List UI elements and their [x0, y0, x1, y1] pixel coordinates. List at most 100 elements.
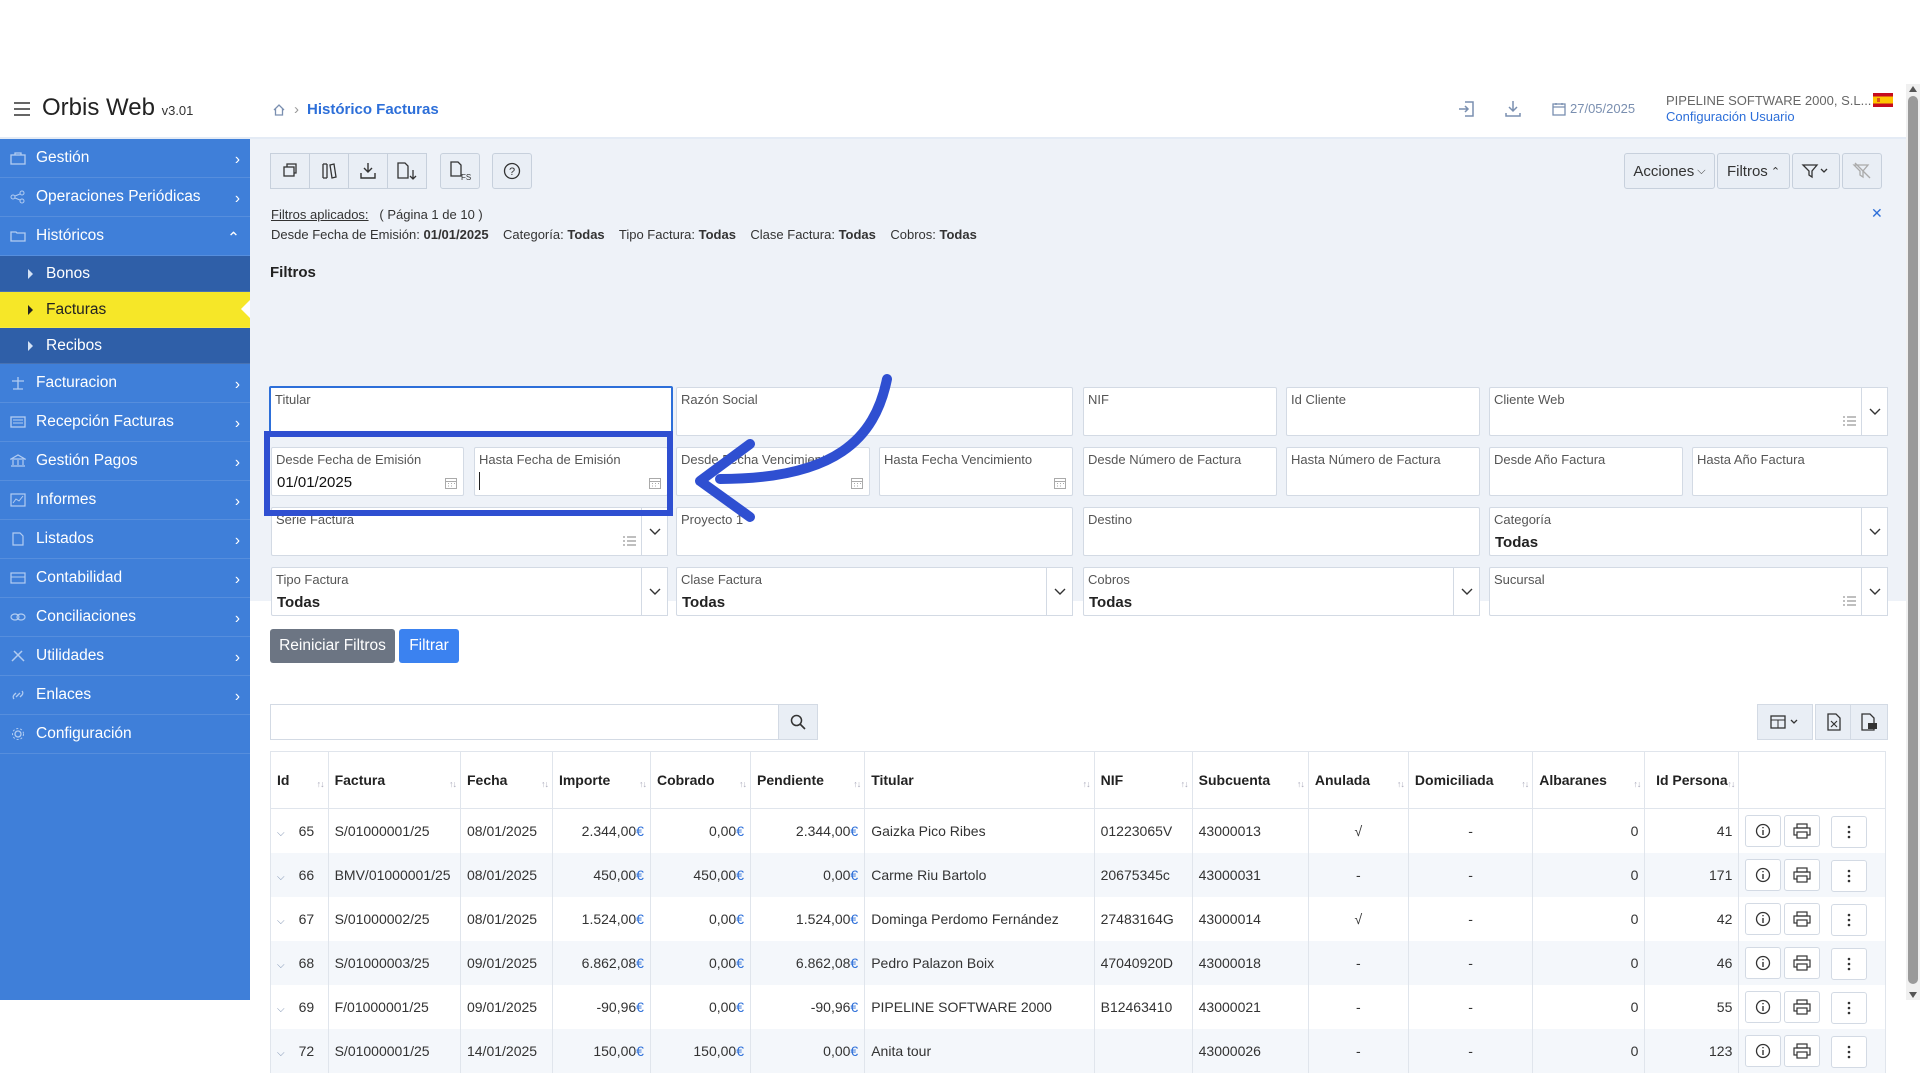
- info-button[interactable]: [1745, 946, 1782, 979]
- current-date[interactable]: 27/05/2025: [1552, 101, 1635, 116]
- col-header[interactable]: Anulada ↑↓: [1307, 751, 1409, 809]
- filtros-button[interactable]: Filtros ⌃: [1717, 153, 1790, 189]
- sidebar-item-recepcion[interactable]: Recepción Facturas ›: [0, 403, 250, 442]
- id-cliente-field[interactable]: Id Cliente: [1286, 387, 1480, 436]
- scroll-up-arrow[interactable]: [1909, 86, 1917, 92]
- print-button[interactable]: [1784, 902, 1821, 935]
- expand-icon[interactable]: ⌵: [277, 828, 285, 839]
- sidebar-item-utilidades[interactable]: Utilidades ›: [0, 637, 250, 676]
- destino-field[interactable]: Destino: [1083, 507, 1480, 556]
- columns-button[interactable]: [1757, 704, 1813, 740]
- categoria-dropdown[interactable]: [1861, 507, 1888, 556]
- expand-icon[interactable]: ⌵: [277, 916, 285, 927]
- page-scrollbar[interactable]: [1906, 84, 1920, 1000]
- info-button[interactable]: [1745, 814, 1782, 847]
- desde-fecha-vencimiento-field[interactable]: Desde Fecha Vencimiento: [676, 447, 870, 496]
- cobros-dropdown[interactable]: [1453, 567, 1480, 616]
- hasta-numero-factura-field[interactable]: Hasta Número de Factura: [1286, 447, 1480, 496]
- cliente-web-field[interactable]: Cliente Web: [1489, 387, 1863, 436]
- reiniciar-filtros-button[interactable]: Reiniciar Filtros: [270, 629, 395, 663]
- info-button[interactable]: [1745, 902, 1782, 935]
- desde-anio-factura-field[interactable]: Desde Año Factura: [1489, 447, 1683, 496]
- table-row[interactable]: ⌵ 67 S/01000002/25 08/01/2025 1.524,00€ 0,00€…: [270, 897, 1886, 941]
- calendar-icon[interactable]: [851, 477, 863, 489]
- sidebar-sub-facturas[interactable]: Facturas: [0, 292, 250, 328]
- hasta-anio-factura-field[interactable]: Hasta Año Factura: [1692, 447, 1888, 496]
- more-button[interactable]: [1831, 1035, 1868, 1068]
- sidebar-item-enlaces[interactable]: Enlaces ›: [0, 676, 250, 715]
- list-icon[interactable]: [1843, 416, 1856, 427]
- col-header[interactable]: Fecha ↑↓: [459, 751, 553, 809]
- menu-icon[interactable]: [14, 102, 30, 116]
- hasta-fecha-vencimiento-field[interactable]: Hasta Fecha Vencimiento: [879, 447, 1073, 496]
- expand-icon[interactable]: ⌵: [277, 960, 285, 971]
- home-icon[interactable]: [272, 103, 286, 117]
- more-button[interactable]: [1831, 991, 1868, 1024]
- close-icon[interactable]: ✕: [1871, 205, 1883, 222]
- table-row[interactable]: ⌵ 66 BMV/01000001/25 08/01/2025 450,00€ 450,0…: [270, 853, 1886, 897]
- nif-field[interactable]: NIF: [1083, 387, 1277, 436]
- more-button[interactable]: [1831, 947, 1868, 980]
- spain-flag-icon[interactable]: [1873, 93, 1893, 107]
- more-button[interactable]: [1831, 815, 1868, 848]
- table-row[interactable]: ⌵ 68 S/01000003/25 09/01/2025 6.862,08€ 0,00€…: [270, 941, 1886, 985]
- toolbar-btn-import[interactable]: [348, 153, 388, 189]
- col-header[interactable]: NIF ↑↓: [1093, 751, 1193, 809]
- cobros-select[interactable]: Cobros Todas: [1083, 567, 1455, 616]
- razon-social-field[interactable]: Razón Social: [676, 387, 1073, 436]
- sidebar-item-contabilidad[interactable]: Contabilidad ›: [0, 559, 250, 598]
- sidebar-item-facturacion[interactable]: Facturacion ›: [0, 364, 250, 403]
- col-header[interactable]: Domiciliada ↑↓: [1407, 751, 1534, 809]
- toolbar-btn-copy[interactable]: [270, 153, 310, 189]
- table-row[interactable]: ⌵ 72 S/01000001/25 14/01/2025 150,00€ 150,00€…: [270, 1029, 1886, 1073]
- applied-filters-label[interactable]: Filtros aplicados:: [271, 207, 369, 222]
- export-excel-button[interactable]: [1815, 704, 1853, 740]
- toolbar-btn-fs[interactable]: FS: [440, 153, 480, 189]
- user-config-link[interactable]: Configuración Usuario: [1666, 109, 1871, 125]
- sidebar-item-informes[interactable]: Informes ›: [0, 481, 250, 520]
- toolbar-btn-books[interactable]: [309, 153, 349, 189]
- desde-numero-factura-field[interactable]: Desde Número de Factura: [1083, 447, 1277, 496]
- col-header[interactable]: Id Persona ↑↓: [1644, 751, 1740, 809]
- info-button[interactable]: [1745, 990, 1782, 1023]
- info-button[interactable]: [1745, 858, 1782, 891]
- table-row[interactable]: ⌵ 65 S/01000001/25 08/01/2025 2.344,00€ 0,00€…: [270, 808, 1886, 853]
- toolbar-btn-help[interactable]: ?: [492, 153, 532, 189]
- print-button[interactable]: [1784, 1034, 1821, 1067]
- list-icon[interactable]: [623, 536, 636, 547]
- scroll-thumb[interactable]: [1908, 96, 1918, 984]
- print-button[interactable]: [1784, 990, 1821, 1023]
- col-header[interactable]: Cobrado ↑↓: [649, 751, 752, 809]
- list-icon[interactable]: [1843, 596, 1856, 607]
- col-header[interactable]: Id ↑↓: [270, 751, 329, 809]
- col-header[interactable]: Importe ↑↓: [551, 751, 651, 809]
- tipo-factura-dropdown[interactable]: [641, 567, 668, 616]
- table-search-button[interactable]: [778, 704, 818, 740]
- sidebar-item-gestion[interactable]: Gestión ›: [0, 139, 250, 178]
- clase-factura-dropdown[interactable]: [1046, 567, 1073, 616]
- print-button[interactable]: [1784, 858, 1821, 891]
- table-row[interactable]: ⌵ 69 F/01000001/25 09/01/2025 -90,96€ 0,00€ -9…: [270, 985, 1886, 1029]
- col-header[interactable]: Albaranes ↑↓: [1532, 751, 1646, 809]
- proyecto-field[interactable]: Proyecto 1: [676, 507, 1073, 556]
- titular-field[interactable]: Titular: [269, 386, 673, 437]
- sidebar-item-configuracion[interactable]: Configuración: [0, 715, 250, 754]
- export-pdf-button[interactable]: [1850, 704, 1888, 740]
- print-button[interactable]: [1784, 814, 1821, 847]
- table-search-input[interactable]: [270, 704, 780, 740]
- toolbar-btn-export[interactable]: [387, 153, 427, 189]
- sidebar-sub-bonos[interactable]: Bonos: [0, 256, 250, 292]
- more-button[interactable]: [1831, 903, 1868, 936]
- clase-factura-select[interactable]: Clase Factura Todas: [676, 567, 1048, 616]
- col-header[interactable]: Titular ↑↓: [864, 751, 1095, 809]
- more-button[interactable]: [1831, 859, 1868, 892]
- sidebar-item-historicos[interactable]: Históricos ⌃: [0, 217, 250, 256]
- download-icon[interactable]: [1502, 98, 1524, 120]
- login-icon[interactable]: [1456, 98, 1478, 120]
- expand-icon[interactable]: ⌵: [277, 1048, 285, 1059]
- filtrar-button[interactable]: Filtrar: [399, 629, 459, 663]
- sidebar-item-operaciones[interactable]: Operaciones Periódicas ›: [0, 178, 250, 217]
- sidebar-item-conciliaciones[interactable]: Conciliaciones ›: [0, 598, 250, 637]
- print-button[interactable]: [1784, 946, 1821, 979]
- col-header[interactable]: Pendiente ↑↓: [750, 751, 866, 809]
